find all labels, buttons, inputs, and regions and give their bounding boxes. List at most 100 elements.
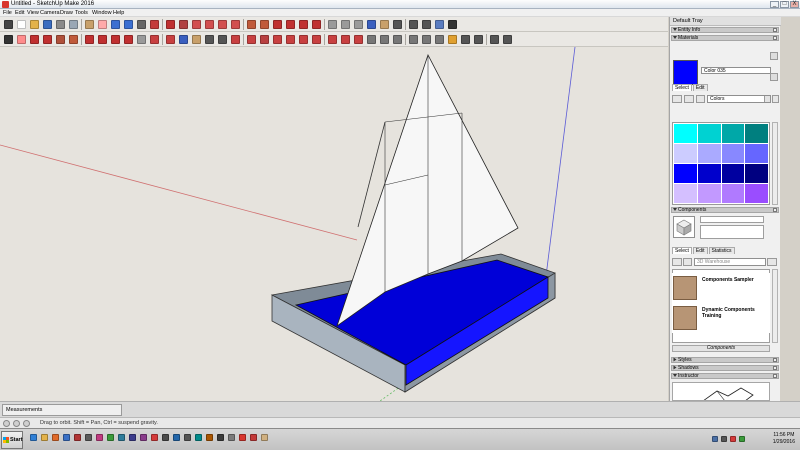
zoom-icon[interactable] <box>393 20 402 29</box>
app-icon-17[interactable] <box>250 434 257 441</box>
model-info-icon[interactable] <box>150 20 159 29</box>
undo-icon[interactable] <box>111 20 120 29</box>
extension-warehouse-icon[interactable] <box>260 35 269 44</box>
search-icon[interactable] <box>767 258 777 266</box>
app-icon-14[interactable] <box>206 434 213 441</box>
close-icon[interactable] <box>773 374 777 378</box>
materials-library-select[interactable]: Colors <box>707 95 771 103</box>
arc-icon[interactable] <box>231 20 240 29</box>
walk-icon[interactable] <box>448 20 457 29</box>
model-canvas[interactable] <box>0 47 668 401</box>
zoom-extents-icon[interactable] <box>422 20 431 29</box>
offset-tool-icon[interactable] <box>85 35 94 44</box>
material-swatch[interactable] <box>721 144 745 163</box>
explorer-icon[interactable] <box>41 434 48 441</box>
maximize-button[interactable]: □ <box>780 1 789 8</box>
power-icon[interactable] <box>739 436 745 442</box>
text-icon[interactable] <box>150 35 159 44</box>
tab-select[interactable]: Select <box>672 84 692 91</box>
zoom-extents-tool-icon[interactable] <box>218 35 227 44</box>
warehouse-icon[interactable] <box>231 35 240 44</box>
material-swatch[interactable] <box>745 164 768 183</box>
home-icon[interactable] <box>683 258 692 266</box>
view-options-icon[interactable] <box>672 258 682 266</box>
shapes-icon[interactable] <box>56 35 65 44</box>
share-model-icon[interactable] <box>247 35 256 44</box>
component-description-field[interactable] <box>700 225 764 239</box>
list-item[interactable]: Dynamic Components Training <box>672 303 770 333</box>
tape-icon[interactable] <box>137 35 146 44</box>
move-icon[interactable] <box>273 20 282 29</box>
app-icon-15[interactable] <box>217 434 224 441</box>
ie-icon[interactable] <box>30 434 37 441</box>
top-view-icon[interactable] <box>341 20 350 29</box>
menu-file[interactable]: File <box>3 10 12 16</box>
move-tool-icon[interactable] <box>98 35 107 44</box>
copy-icon[interactable] <box>69 20 78 29</box>
components-scrollbar[interactable] <box>772 269 778 343</box>
select-icon[interactable] <box>4 35 13 44</box>
app-icon-4[interactable] <box>96 434 103 441</box>
clock[interactable]: 11:56 PM 1/29/2016 <box>773 432 795 446</box>
material-swatch[interactable] <box>674 144 697 163</box>
app-icon-3[interactable] <box>85 434 92 441</box>
scale-icon[interactable] <box>299 20 308 29</box>
open-folder-icon[interactable] <box>30 20 39 29</box>
paint-bucket-icon[interactable] <box>166 35 175 44</box>
styles-bar[interactable]: Styles <box>671 357 779 363</box>
line-icon[interactable] <box>166 20 175 29</box>
pan-tool-icon[interactable] <box>192 35 201 44</box>
minimize-button[interactable]: _ <box>770 1 779 8</box>
orbit-tool-icon[interactable] <box>179 35 188 44</box>
print-icon[interactable] <box>137 20 146 29</box>
warehouse-search-input[interactable]: 3D Warehouse <box>694 258 766 266</box>
front-view-icon[interactable] <box>354 20 363 29</box>
user-icon[interactable] <box>23 420 30 427</box>
close-icon[interactable] <box>773 358 777 362</box>
home-icon[interactable] <box>696 95 705 103</box>
rotate-icon[interactable] <box>286 20 295 29</box>
menu-tools[interactable]: Tools <box>75 10 88 16</box>
eraser-icon[interactable] <box>17 35 26 44</box>
pan-icon[interactable] <box>380 20 389 29</box>
zoom-window-icon[interactable] <box>409 20 418 29</box>
textures-icon[interactable] <box>422 35 431 44</box>
new-file-icon[interactable] <box>17 20 26 29</box>
material-swatch[interactable] <box>745 124 768 143</box>
left-icon[interactable] <box>354 35 363 44</box>
material-swatch[interactable] <box>674 184 697 203</box>
close-icon[interactable] <box>773 36 777 40</box>
menu-help[interactable]: Help <box>113 10 124 16</box>
line-tool-icon[interactable] <box>30 35 39 44</box>
follow-me-icon[interactable] <box>260 20 269 29</box>
hidden-line-icon[interactable] <box>393 35 402 44</box>
material-swatch[interactable] <box>697 184 721 203</box>
app-icon-16[interactable] <box>228 434 235 441</box>
circle-icon[interactable] <box>205 20 214 29</box>
close-icon[interactable] <box>773 208 777 212</box>
protractor-icon[interactable] <box>474 35 483 44</box>
material-swatch[interactable] <box>721 184 745 203</box>
app-icon-10[interactable] <box>162 434 169 441</box>
dimensions-icon[interactable] <box>461 35 470 44</box>
create-material-icon[interactable] <box>770 52 778 60</box>
media-icon[interactable] <box>52 434 59 441</box>
component-options-icon[interactable] <box>768 215 777 224</box>
back-icon[interactable] <box>341 35 350 44</box>
paste-icon[interactable] <box>85 20 94 29</box>
pushpull-tool-icon[interactable] <box>69 35 78 44</box>
monochrome-icon[interactable] <box>435 35 444 44</box>
menu-window[interactable]: Window <box>92 10 112 16</box>
materials-bar[interactable]: Materials <box>671 35 779 41</box>
offset-icon[interactable] <box>312 20 321 29</box>
scale-tool-icon[interactable] <box>124 35 133 44</box>
front-icon[interactable] <box>312 35 321 44</box>
material-swatch[interactable] <box>674 164 697 183</box>
xray-icon[interactable] <box>367 35 376 44</box>
material-swatch[interactable] <box>697 124 721 143</box>
entity-info-bar[interactable]: Entity Info <box>671 27 779 33</box>
list-item[interactable]: Components Sampler <box>672 273 770 303</box>
network-icon[interactable] <box>712 436 718 442</box>
details-icon[interactable] <box>772 95 779 103</box>
redo-icon[interactable] <box>124 20 133 29</box>
